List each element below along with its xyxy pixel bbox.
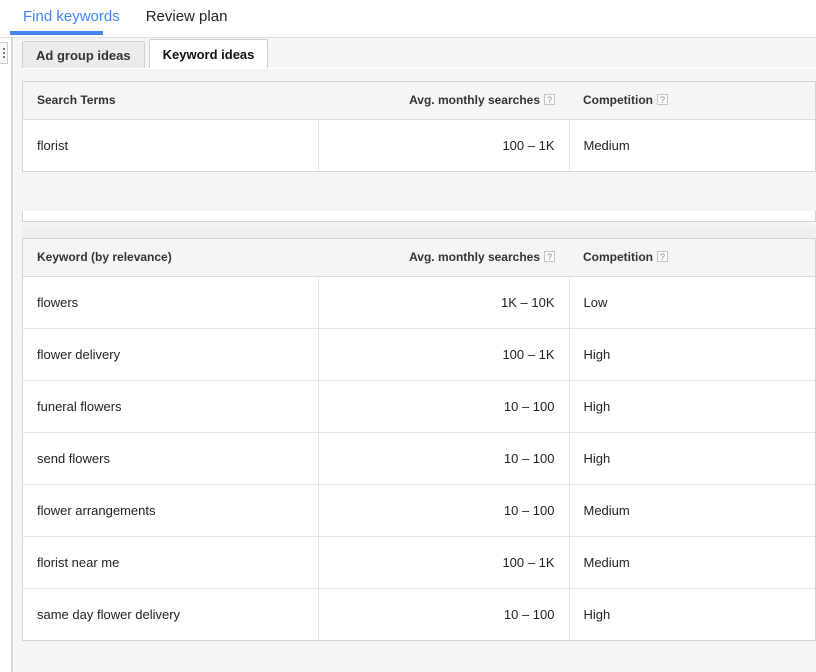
cell-competition: Medium: [568, 484, 815, 537]
cell-competition: High: [568, 380, 815, 433]
keyword-ideas-table-container: Keyword (by relevance) Avg. monthly sear…: [22, 238, 816, 641]
column-header-competition-label: Competition: [583, 250, 653, 265]
panel-collapse-handle[interactable]: [0, 42, 8, 64]
keyword-ideas-rows: flowers 1K – 10K Low flower delivery 100…: [23, 276, 815, 640]
table-row[interactable]: same day flower delivery 10 – 100 High: [23, 588, 815, 640]
help-icon[interactable]: ?: [657, 94, 668, 106]
cell-avg-monthly-searches: 10 – 100: [317, 484, 569, 537]
table-row[interactable]: funeral flowers 10 – 100 High: [23, 380, 815, 433]
cell-avg-monthly-searches: 100 – 1K: [317, 328, 569, 381]
table-row[interactable]: florist near me 100 – 1K Medium: [23, 536, 815, 589]
column-header-competition-label: Competition: [583, 93, 653, 108]
column-header-competition[interactable]: Competition?: [569, 239, 815, 277]
cell-competition: High: [568, 588, 815, 640]
cell-avg-monthly-searches: 10 – 100: [317, 380, 569, 433]
cell-competition: Low: [568, 276, 815, 329]
tab-keyword-ideas[interactable]: Keyword ideas: [148, 39, 269, 68]
active-nav-tab-indicator: [10, 31, 103, 35]
column-header-keyword-by-relevance[interactable]: Keyword (by relevance): [23, 239, 318, 277]
search-terms-table-container: Search Terms Avg. monthly searches? Comp…: [22, 81, 816, 172]
top-nav-tab-list: Find keywords Review plan: [0, 0, 816, 28]
cell-avg-monthly-searches: 1K – 10K: [317, 276, 569, 329]
cell-keyword: florist: [37, 137, 69, 153]
cell-avg-monthly-searches: 100 – 1K: [317, 536, 569, 589]
nav-tab-find-keywords[interactable]: Find keywords: [10, 0, 133, 28]
tab-bottom-rule: [22, 68, 816, 69]
column-header-avg-monthly-searches-label: Avg. monthly searches: [409, 250, 540, 265]
handle-dot-icon: [2, 48, 5, 50]
left-rail: [0, 38, 12, 672]
table-header-row: Keyword (by relevance) Avg. monthly sear…: [23, 239, 815, 277]
tab-ad-group-ideas-label: Ad group ideas: [36, 48, 131, 63]
search-terms-table: Search Terms Avg. monthly searches? Comp…: [23, 82, 815, 171]
table-header-row: Search Terms Avg. monthly searches? Comp…: [23, 82, 815, 120]
cell-competition: High: [568, 432, 815, 485]
column-header-keyword-by-relevance-label: Keyword (by relevance): [37, 250, 172, 265]
nav-tab-find-keywords-label: Find keywords: [23, 8, 120, 25]
tab-keyword-ideas-label: Keyword ideas: [162, 47, 255, 62]
cell-competition: High: [568, 328, 815, 381]
cell-keyword: flower arrangements: [23, 484, 318, 537]
tab-ad-group-ideas[interactable]: Ad group ideas: [22, 41, 145, 68]
ideas-tab-list: Ad group ideas Keyword ideas: [22, 39, 269, 68]
column-header-avg-monthly-searches[interactable]: Avg. monthly searches?: [318, 82, 569, 120]
help-icon[interactable]: ?: [657, 251, 668, 263]
cell-avg-monthly-searches: 10 – 100: [317, 588, 569, 640]
cell-keyword: flower delivery: [23, 328, 318, 381]
cell-keyword: funeral flowers: [23, 380, 318, 433]
table-row[interactable]: florist 100 – 1K Medium: [23, 119, 815, 171]
cell-keyword: send flowers: [23, 432, 318, 485]
cell-keyword: florist near me: [23, 536, 318, 589]
table-row[interactable]: flower delivery 100 – 1K High: [23, 328, 815, 381]
cell-competition: Medium: [568, 536, 815, 589]
column-header-avg-monthly-searches[interactable]: Avg. monthly searches?: [318, 239, 569, 277]
nav-tab-review-plan-label: Review plan: [145, 8, 228, 25]
cell-avg-monthly-searches: 100 – 1K: [317, 119, 569, 171]
keyword-ideas-table: Keyword (by relevance) Avg. monthly sear…: [23, 239, 815, 640]
handle-dot-icon: [2, 56, 5, 58]
cell-keyword: flowers: [23, 276, 318, 329]
table-row[interactable]: flowers 1K – 10K Low: [23, 276, 815, 329]
column-header-avg-monthly-searches-label: Avg. monthly searches: [409, 93, 540, 108]
table-footer-strip: [22, 211, 816, 222]
table-row[interactable]: send flowers 10 – 100 High: [23, 432, 815, 485]
cell-avg-monthly-searches: 10 – 100: [317, 432, 569, 485]
column-header-search-terms[interactable]: Search Terms: [23, 82, 318, 120]
help-icon[interactable]: ?: [544, 94, 555, 106]
table-row[interactable]: flower arrangements 10 – 100 Medium: [23, 484, 815, 537]
nav-tab-review-plan[interactable]: Review plan: [133, 0, 241, 28]
top-navigation-bar: Find keywords Review plan: [0, 0, 816, 38]
cell-competition: Medium: [568, 119, 815, 171]
cell-keyword: same day flower delivery: [37, 606, 181, 622]
help-icon[interactable]: ?: [544, 251, 555, 263]
handle-dot-icon: [2, 52, 5, 54]
column-header-search-terms-label: Search Terms: [37, 93, 116, 108]
column-header-competition[interactable]: Competition?: [569, 82, 815, 120]
